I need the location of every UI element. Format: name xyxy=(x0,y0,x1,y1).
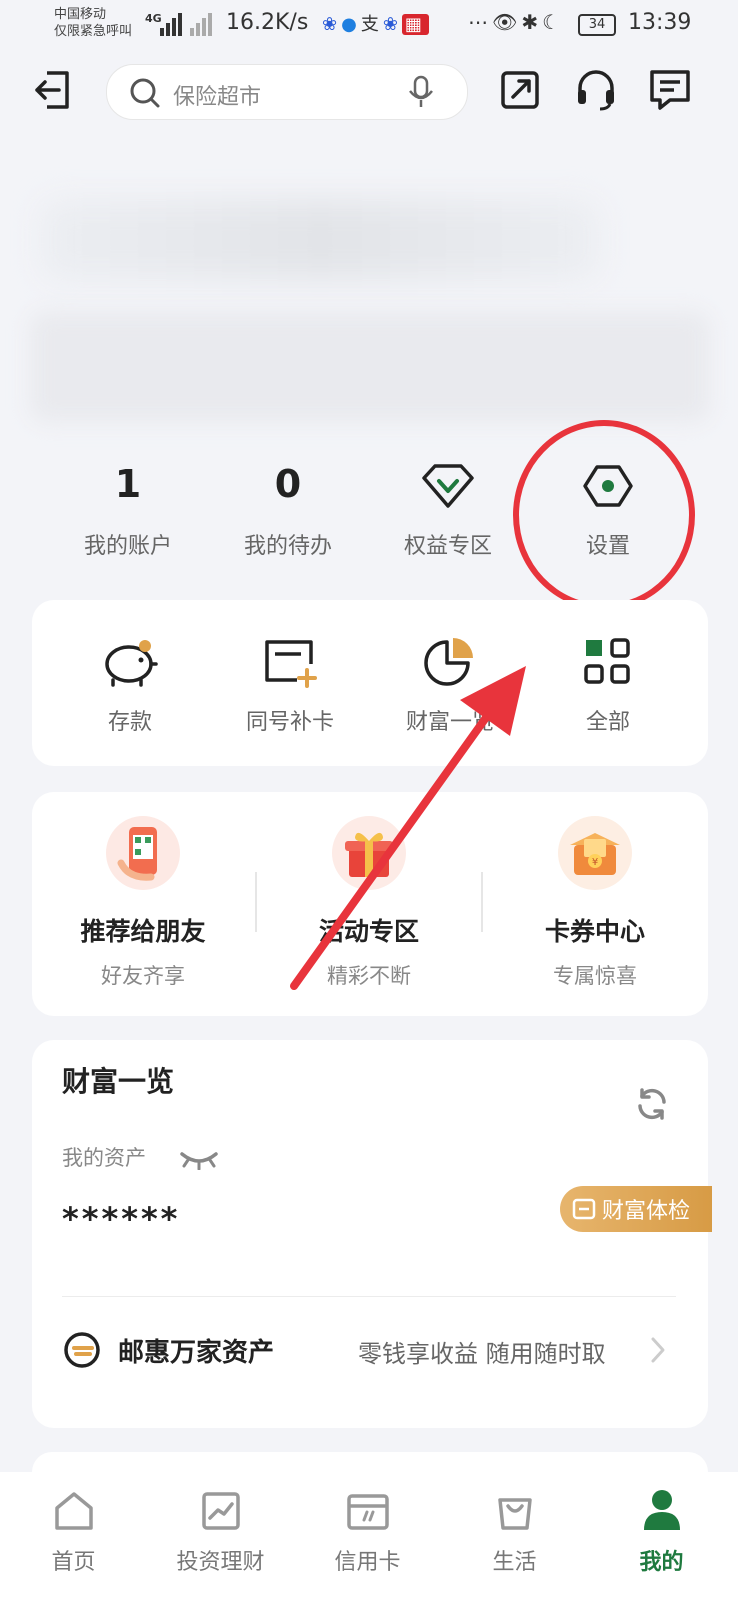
tab-invest-label: 投资理财 xyxy=(176,1550,265,1575)
asset-value-hidden: ****** xyxy=(62,1200,181,1238)
system-icons: ⋯👁✱☾ xyxy=(468,10,564,34)
clock: 13:39 xyxy=(628,10,692,35)
headset-icon xyxy=(578,70,614,111)
accounts-count: 1 xyxy=(114,462,142,506)
todos-label: 我的待办 xyxy=(243,534,332,559)
benefits-zone[interactable]: 权益专区 xyxy=(368,462,528,560)
todos-count: 0 xyxy=(274,462,302,506)
report-icon xyxy=(572,1198,596,1220)
coupons-image: ¥ xyxy=(558,816,632,890)
tab-home[interactable]: 首页 xyxy=(0,1480,147,1576)
home-icon xyxy=(54,1492,93,1530)
tab-home-label: 首页 xyxy=(51,1550,96,1575)
benefits-label: 权益专区 xyxy=(403,534,492,559)
tab-life-label: 生活 xyxy=(492,1550,537,1575)
exit-button[interactable] xyxy=(28,66,76,114)
expand-scan-icon xyxy=(501,71,539,109)
promo-recommend[interactable]: 推荐给朋友 好友齐享 xyxy=(30,816,256,990)
bluetooth-icon: ✱ xyxy=(521,10,543,34)
trend-chart-icon xyxy=(201,1492,240,1530)
baidu-paw-icon: ❀ xyxy=(322,14,342,35)
status-bar: 中国移动 仅限紧急呼叫 4G 16.2K/s ❀●支❀ ▦ ⋯👁✱☾ 34 13:… xyxy=(0,0,738,50)
recommend-image xyxy=(106,816,180,890)
phone-qr-icon xyxy=(117,827,157,881)
battery-indicator: 34 xyxy=(578,14,616,36)
user-icon xyxy=(643,1490,680,1530)
profile-banner-blurred xyxy=(30,312,710,422)
bottom-tab-bar: 首页 投资理财 信用卡 生活 我的 xyxy=(0,1472,738,1600)
wealth-title: 财富一览 xyxy=(62,1065,175,1098)
refresh-icon[interactable] xyxy=(634,1086,670,1122)
wealth-checkup-label: 财富体检 xyxy=(602,1199,691,1224)
divider xyxy=(62,1296,676,1297)
fund-name: 邮惠万家资产 xyxy=(118,1338,275,1368)
alipay-icon: 支 xyxy=(360,14,383,35)
piggy-bank-icon xyxy=(105,640,158,687)
annotation-arrow xyxy=(290,666,526,990)
tab-mine[interactable]: 我的 xyxy=(588,1480,735,1576)
app-icon: ▦ xyxy=(401,14,429,35)
more-icon: ⋯ xyxy=(468,10,492,34)
moon-icon: ☾ xyxy=(542,10,565,34)
credit-card-icon xyxy=(346,1494,389,1530)
tab-credit-card[interactable]: 信用卡 xyxy=(294,1480,441,1576)
carrier-name: 中国移动 xyxy=(54,7,107,22)
profile-header-blurred xyxy=(40,200,600,280)
search-placeholder: 保险超市 xyxy=(173,85,262,110)
my-accounts[interactable]: 1 我的账户 xyxy=(48,462,208,560)
shopping-bag-icon xyxy=(497,1498,532,1530)
fund-description: 零钱享收益 随用随时取 xyxy=(358,1340,606,1368)
search-input[interactable]: 保险超市 xyxy=(106,64,468,120)
message-icon xyxy=(650,70,690,110)
annotation-circle xyxy=(513,420,695,610)
carrier-info: 中国移动 仅限紧急呼叫 xyxy=(54,6,132,40)
tab-credit-card-label: 信用卡 xyxy=(334,1550,401,1575)
wealth-checkup-button[interactable]: 财富体检 xyxy=(560,1186,712,1232)
network-speed: 16.2K/s xyxy=(226,10,309,35)
exit-icon xyxy=(35,71,69,109)
postal-logo-icon xyxy=(64,1332,100,1368)
chevron-right-icon[interactable] xyxy=(650,1336,666,1364)
microphone-icon[interactable] xyxy=(407,75,435,109)
recommend-title: 推荐给朋友 xyxy=(80,917,206,946)
service-deposit[interactable]: 存款 xyxy=(50,628,210,736)
svg-text:¥: ¥ xyxy=(592,857,598,868)
baidu-paw-icon: ❀ xyxy=(382,14,402,35)
recommend-subtitle: 好友齐享 xyxy=(101,964,185,988)
all-services-label: 全部 xyxy=(585,710,630,735)
fund-row[interactable] xyxy=(62,1330,102,1374)
coupon-box-icon: ¥ xyxy=(570,833,620,875)
browser-icon: ● xyxy=(341,14,361,35)
tab-mine-label: 我的 xyxy=(639,1550,684,1575)
deposit-label: 存款 xyxy=(107,710,152,735)
signal-icon xyxy=(160,13,212,36)
eye-icon: 👁 xyxy=(492,10,522,34)
grid-icon xyxy=(584,638,630,684)
tab-invest[interactable]: 投资理财 xyxy=(147,1480,294,1576)
asset-label: 我的资产 xyxy=(62,1146,146,1170)
scan-button[interactable] xyxy=(496,66,544,114)
customer-service-button[interactable] xyxy=(572,66,620,114)
messages-button[interactable] xyxy=(646,66,694,114)
carrier-status: 仅限紧急呼叫 xyxy=(54,24,133,39)
diamond-icon xyxy=(422,464,474,508)
my-todos[interactable]: 0 我的待办 xyxy=(208,462,368,560)
accounts-label: 我的账户 xyxy=(83,534,172,559)
search-icon xyxy=(130,78,160,108)
tab-life[interactable]: 生活 xyxy=(441,1480,588,1576)
service-all[interactable]: 全部 xyxy=(528,628,688,736)
notification-icons: ❀●支❀ ▦ xyxy=(322,10,429,36)
eye-closed-icon[interactable] xyxy=(178,1150,220,1170)
